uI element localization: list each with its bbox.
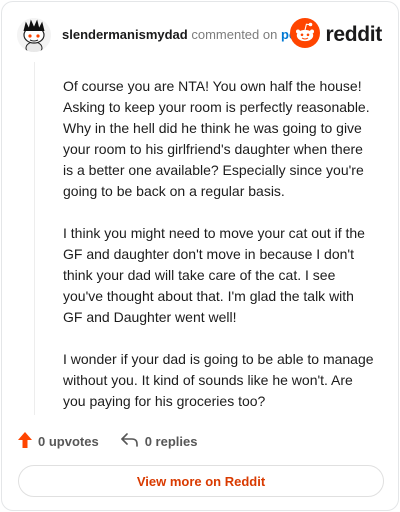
comment-paragraph: I think you might need to move your cat … — [63, 225, 365, 325]
reddit-logo-icon — [290, 17, 321, 53]
commented-on-text: commented on — [191, 27, 278, 42]
reddit-brand[interactable]: reddit — [290, 17, 382, 53]
reddit-wordmark: reddit — [325, 23, 382, 46]
comment-actions: 0 upvotes 0 replies — [18, 431, 197, 451]
comment-paragraph: Of course you are NTA! You own half the … — [63, 78, 370, 199]
comment-meta: slendermanismydad commented on post — [62, 27, 308, 43]
view-more-on-reddit-button[interactable]: View more on Reddit — [18, 465, 384, 497]
comment-embed-card: slendermanismydad commented on post redd… — [1, 1, 399, 511]
upvote-count: 0 upvotes — [38, 433, 99, 449]
thread-line — [34, 62, 35, 415]
upvote-arrow-icon — [18, 431, 38, 451]
upvote-button[interactable]: 0 upvotes — [18, 431, 99, 451]
username[interactable]: slendermanismydad — [62, 27, 188, 42]
comment-paragraph: I wonder if your dad is going to be able… — [63, 351, 374, 409]
snoo-avatar-icon[interactable] — [17, 18, 51, 52]
reply-count: 0 replies — [144, 433, 198, 449]
reply-arrow-icon — [120, 432, 145, 450]
comment-body: Of course you are NTA! You own half the … — [63, 76, 376, 433]
comment-header: slendermanismydad commented on post redd… — [17, 17, 383, 53]
reply-button[interactable]: 0 replies — [120, 432, 198, 450]
